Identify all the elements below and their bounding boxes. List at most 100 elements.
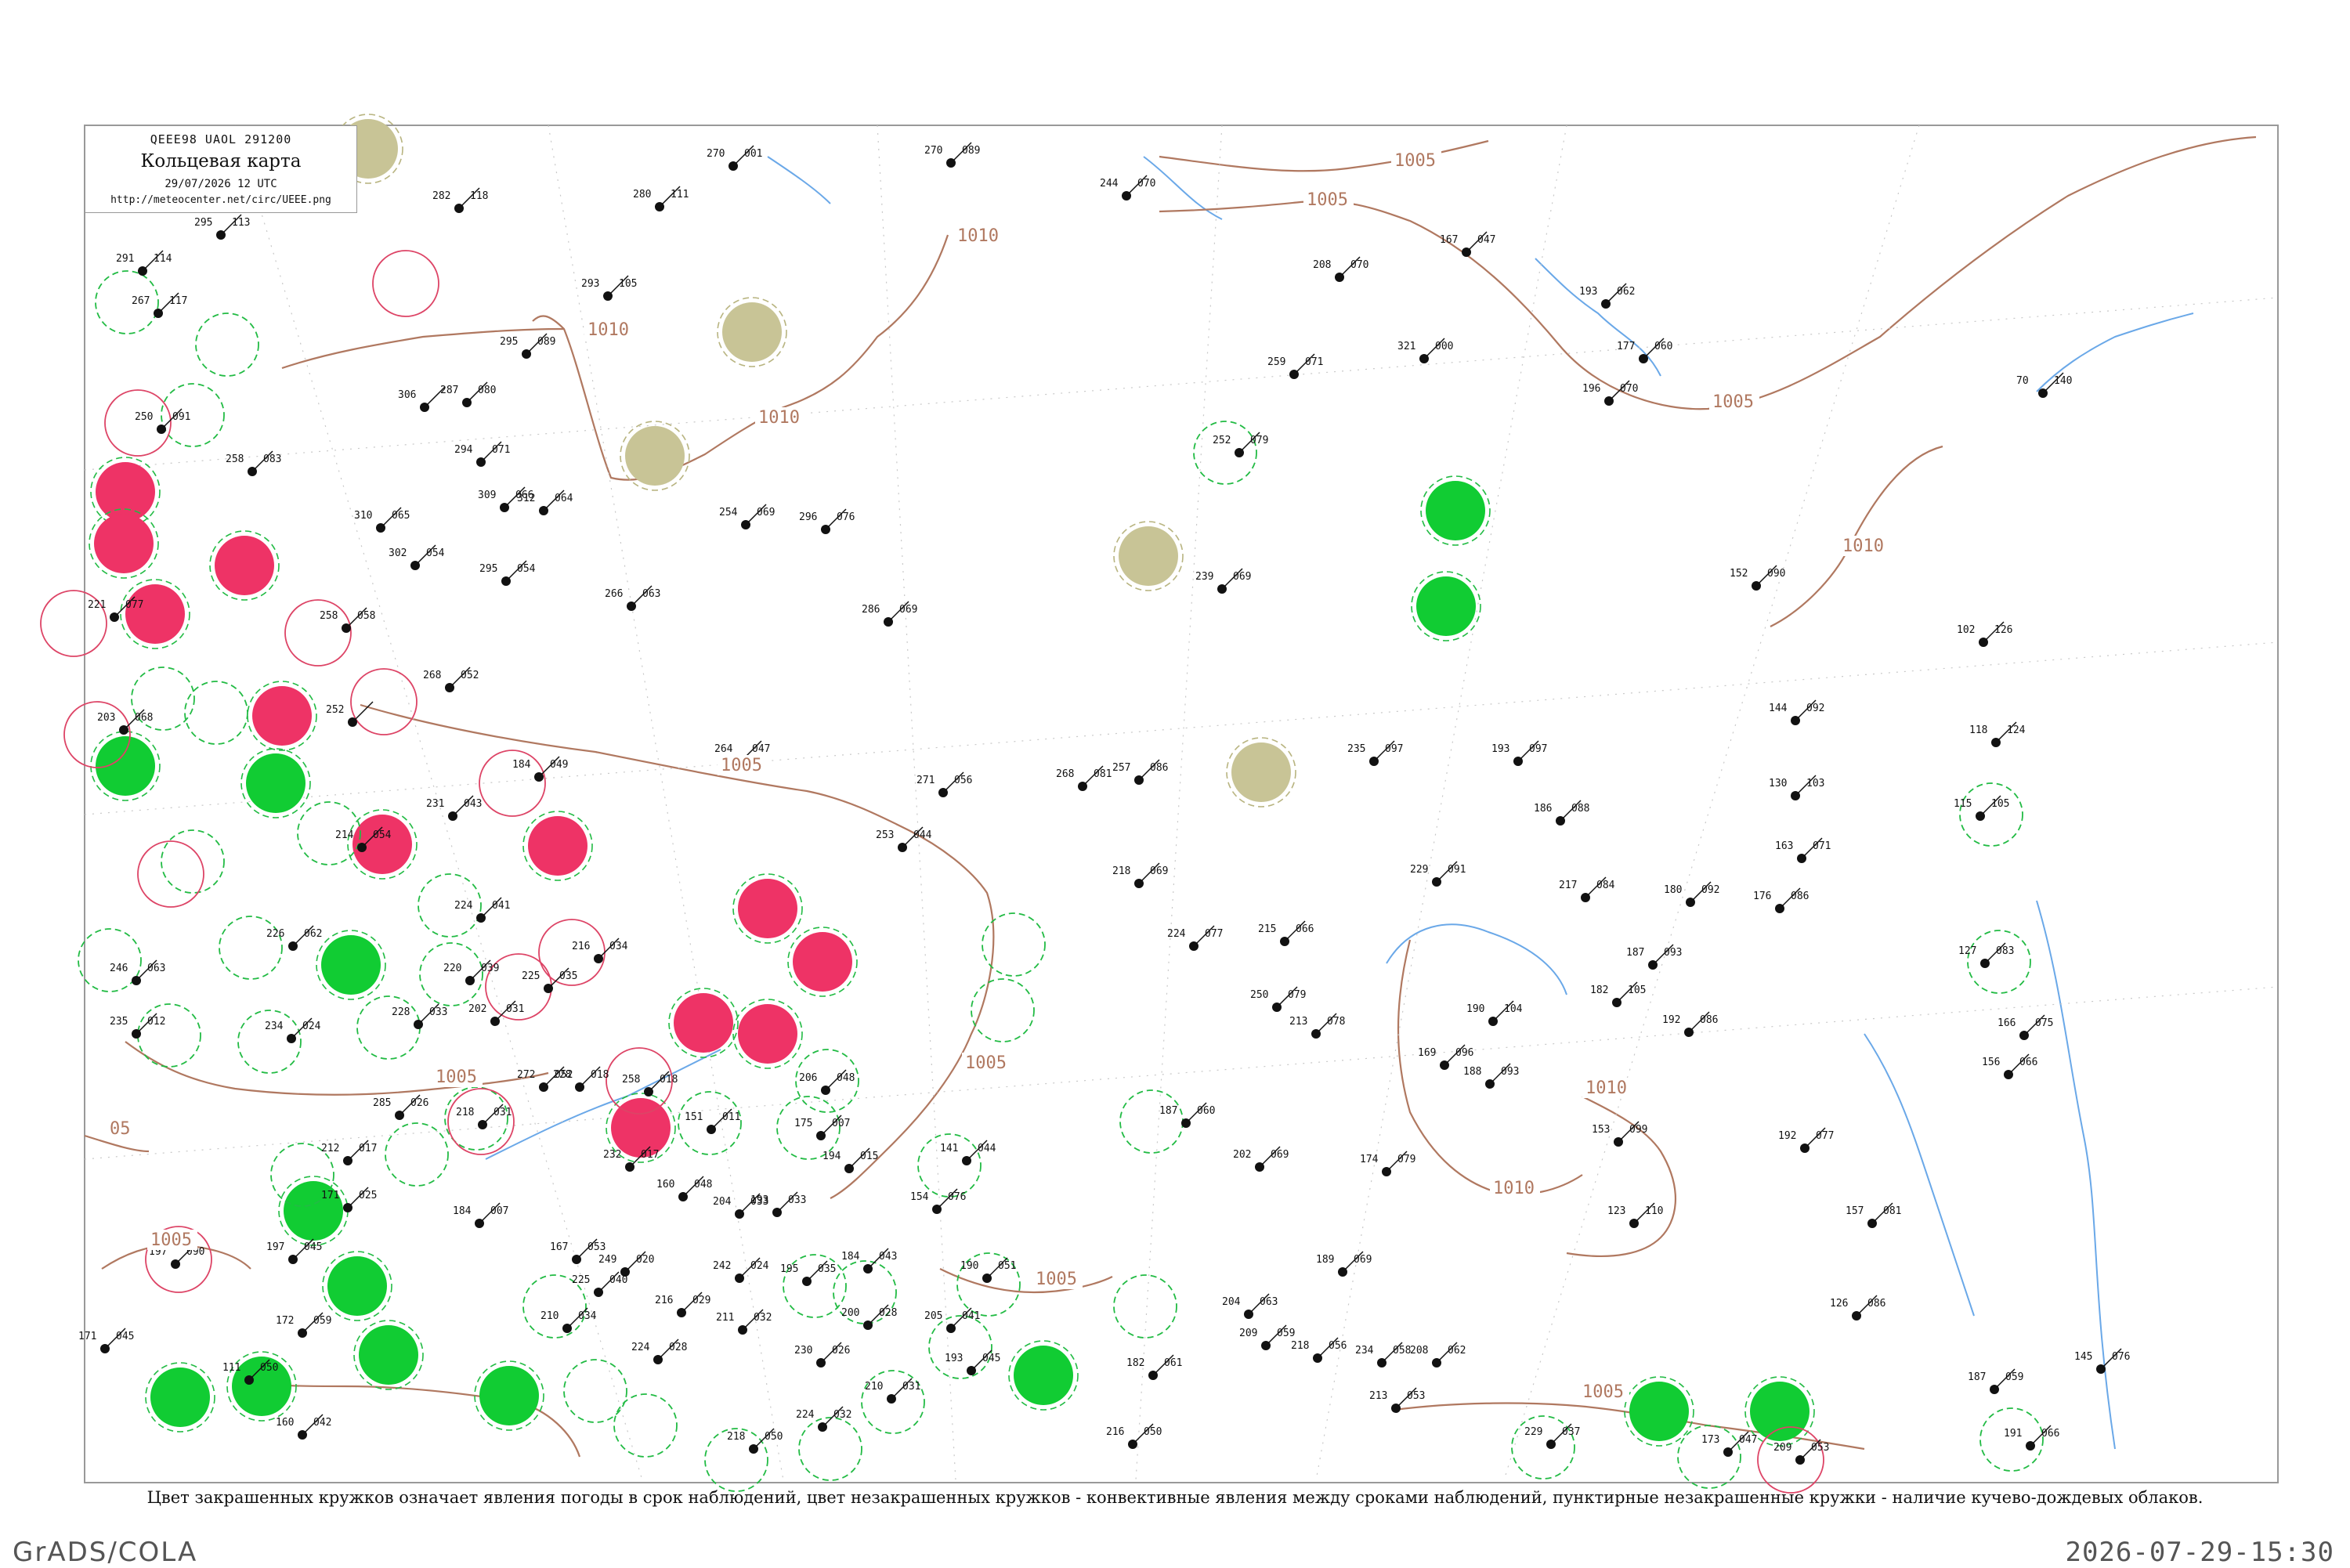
isobar-label: 05 [110, 1119, 131, 1139]
synoptic-map: 291 114 295 113 282 118 280 111 270 001 270 089 244 0… [40, 114, 2279, 1494]
map-title: Кольцевая карта [140, 151, 302, 172]
station-value-left: 235 [110, 1016, 128, 1028]
station-value-left: 229 [1410, 864, 1428, 876]
station-value-left: 205 [924, 1310, 942, 1322]
station-value-right: 039 [481, 963, 499, 974]
station-value-left: 287 [440, 385, 458, 396]
station-value-left: 153 [1592, 1124, 1610, 1136]
station-value-right: 092 [1701, 884, 1719, 896]
station-value-left: 175 [794, 1118, 812, 1129]
station-value-left: 271 [916, 775, 935, 786]
station-value-left: 258 [320, 610, 338, 622]
station-value-right: 070 [1350, 259, 1368, 271]
station-value-right: 114 [154, 253, 172, 265]
station-value-left: 193 [1579, 286, 1597, 298]
station-value-right: 031 [494, 1107, 512, 1118]
station-value-right: 056 [954, 775, 972, 786]
station-value-left: 254 [719, 507, 738, 518]
station-value-left: 182 [1126, 1357, 1144, 1369]
station-value-right: 126 [1994, 624, 2012, 636]
station-value-right: 053 [1407, 1390, 1425, 1402]
isobar-label: 1010 [758, 408, 800, 428]
station-value-left: 176 [1753, 891, 1771, 902]
filled-phenomenon-circle [1416, 576, 1476, 636]
station-value-right: 089 [537, 336, 555, 348]
station-value-left: 235 [1347, 743, 1365, 755]
station-value-right: 076 [2112, 1351, 2130, 1363]
station-value-right: 028 [879, 1307, 897, 1319]
station-value-left: 286 [862, 604, 880, 616]
filled-phenomenon-circle [674, 993, 733, 1053]
station-value-right: 117 [169, 295, 187, 307]
station-value-right: 007 [490, 1205, 508, 1217]
station-value-left: 214 [335, 829, 354, 841]
map-source-url[interactable]: http://meteocenter.net/circ/UEEE.png [85, 194, 356, 206]
station-value-right: 066 [1296, 923, 1314, 935]
station-value-left: 310 [354, 510, 372, 522]
station-value-left: 224 [631, 1342, 650, 1353]
filled-phenomenon-circle [321, 935, 381, 995]
station-value-right: 000 [1435, 341, 1453, 352]
station-value-left: 232 [603, 1149, 621, 1161]
station-value-left: 250 [1250, 989, 1268, 1001]
station-value-right: 099 [1629, 1124, 1647, 1136]
station-value-right: 086 [1791, 891, 1809, 902]
station-value-right: 059 [313, 1315, 331, 1327]
station-value-left: 306 [398, 389, 416, 401]
station-value-right: 031 [506, 1003, 524, 1015]
station-value-right: 096 [1455, 1047, 1473, 1059]
station-value-right: 070 [1137, 178, 1155, 190]
isobar-label: 1010 [1493, 1179, 1535, 1198]
station-value-right: 035 [559, 970, 577, 982]
station-value-left: 193 [1491, 743, 1509, 755]
station-value-left: 206 [799, 1072, 817, 1084]
isobar-label: 1005 [1712, 392, 1754, 412]
station-value-right: 045 [982, 1353, 1000, 1364]
station-value-left: 268 [423, 670, 441, 681]
station-value-right: 111 [671, 189, 689, 201]
station-value-right: 093 [1664, 947, 1682, 959]
station-value-left: 202 [468, 1003, 486, 1015]
station-value-left: 285 [373, 1097, 391, 1109]
filled-phenomenon-circle [246, 753, 306, 813]
station-value-right: 045 [116, 1331, 134, 1342]
station-value-right: 017 [359, 1143, 377, 1154]
station-value-right: 058 [1393, 1345, 1411, 1357]
station-value-left: 270 [924, 145, 942, 157]
station-value-left: 167 [1440, 234, 1458, 246]
station-value-left: 293 [581, 278, 599, 290]
station-value-right: 071 [492, 444, 510, 456]
station-value-left: 295 [479, 563, 497, 575]
station-value-right: 079 [1397, 1154, 1415, 1165]
station-value-left: 213 [1289, 1016, 1307, 1028]
station-value-left: 210 [540, 1310, 559, 1322]
station-value-left: 282 [432, 190, 450, 202]
station-value-left: 166 [1998, 1017, 2016, 1029]
station-value-left: 160 [276, 1417, 294, 1429]
station-value-left: 258 [226, 453, 244, 465]
station-value-left: 70 [2016, 375, 2029, 387]
station-value-right: 058 [357, 610, 375, 622]
station-value-left: 309 [478, 490, 496, 501]
map-header-code: QEEE98 UAOL 291200 [150, 132, 292, 146]
station-value-right: 061 [1164, 1357, 1182, 1369]
station-value-right: 012 [147, 1016, 165, 1028]
station-value-right: 044 [978, 1143, 996, 1154]
station-value-left: 144 [1769, 703, 1788, 714]
station-value-left: 253 [876, 829, 894, 841]
station-value-left: 200 [841, 1307, 859, 1319]
station-value-left: 218 [1291, 1340, 1309, 1352]
station-value-right: 086 [1150, 762, 1168, 774]
station-value-right: 104 [1504, 1003, 1523, 1015]
station-value-right: 084 [1596, 880, 1615, 891]
station-value-left: 174 [1360, 1154, 1379, 1165]
station-value-right: 054 [373, 829, 392, 841]
station-value-right: 118 [470, 190, 488, 202]
isobar-label: 1010 [1842, 537, 1884, 556]
station-value-right: 069 [1354, 1254, 1372, 1266]
filled-phenomenon-circle [359, 1325, 418, 1385]
isobar-label: 1010 [588, 320, 629, 340]
station-value-left: 216 [1106, 1426, 1124, 1438]
station-value-right: 086 [1867, 1298, 1885, 1310]
station-value-right: 050 [765, 1431, 783, 1443]
